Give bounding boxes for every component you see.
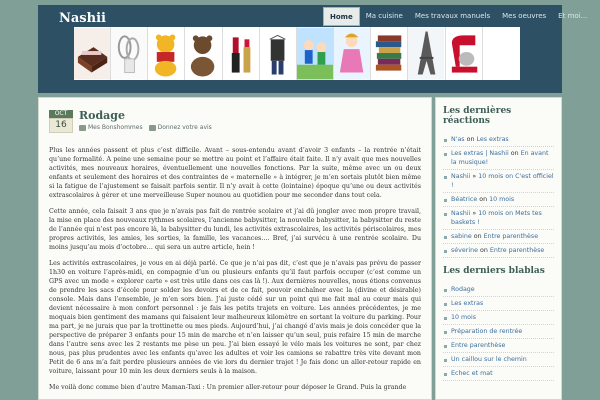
main-content: OCT 16 Rodage Mes Bonshommes Donnez votr… (38, 97, 432, 400)
kitchen-mixer-image (445, 27, 483, 80)
nav-ma-cuisine[interactable]: Ma cuisine (360, 7, 409, 26)
post-date-badge: OCT 16 (49, 110, 73, 133)
recent-post-link[interactable]: Un caillou sur le chemin (451, 356, 527, 363)
comment-author-link[interactable]: N'as (451, 136, 465, 143)
post-comments-link[interactable]: Donnez votre avis (158, 124, 212, 131)
hand-mixer-image (111, 27, 149, 80)
nav-home[interactable]: Home (323, 7, 360, 26)
recent-post-item: Préparation de rentrée (443, 325, 554, 339)
recent-post-item: Echec et mat (443, 367, 554, 381)
recent-post-item: Un caillou sur le chemin (443, 353, 554, 367)
recent-post-item: Rodage (443, 283, 554, 297)
post-comments-item: Donnez votre avis (148, 124, 212, 131)
post-title[interactable]: Rodage (79, 109, 125, 122)
recent-comments-list: N'as on Les extras Les extras | Nashii o… (443, 133, 554, 258)
nav-mes-oeuvres[interactable]: Mes oeuvres (496, 7, 552, 26)
post-paragraph-3: Les activités extrascolaires, je vous en… (49, 260, 421, 375)
teddy-bear-image (185, 27, 223, 80)
comment-author-link[interactable]: sabine (451, 233, 472, 240)
post-author-item: Mes Bonshommes (79, 124, 143, 131)
recent-post-link[interactable]: Préparation de rentrée (451, 328, 522, 335)
playmobil-figures-image (296, 27, 335, 80)
comment-post-link[interactable]: Les extras (476, 136, 508, 143)
recent-comment-item: Nashii » 10 mois on C'est officiel ! (443, 170, 554, 193)
playmobil-princess-image (334, 27, 372, 80)
eiffel-tower-image (408, 27, 446, 80)
nav-mes-travaux-manuels[interactable]: Mes travaux manuels (409, 7, 496, 26)
comment-author-link[interactable]: Nashii (451, 210, 470, 217)
recent-post-link[interactable]: Rodage (451, 286, 475, 293)
post-paragraph-2: Cette année, cela faisait 3 ans que je n… (49, 208, 421, 251)
recent-post-item: Entre parenthèse (443, 339, 554, 353)
post-date-day: 16 (49, 118, 73, 133)
recent-comment-item: N'as on Les extras (443, 133, 554, 147)
sidebar: Les dernières réactions N'as on Les extr… (435, 97, 562, 400)
clothes-hanger-image (259, 27, 297, 80)
comment-post-link[interactable]: 10 mois (489, 196, 514, 203)
header: Nashii Home Ma cuisine Mes travaux manue… (38, 5, 587, 93)
recent-comment-item: Les extras | Nashii on En avant la musiq… (443, 147, 554, 170)
post-body: Plus les années passent et plus c’est di… (49, 146, 421, 399)
recent-comment-item: sabine on Entre parenthèse (443, 230, 554, 244)
recent-post-link[interactable]: 10 mois (451, 314, 476, 321)
recent-post-link[interactable]: Echec et mat (451, 370, 493, 377)
comment-connector: » (472, 210, 477, 217)
post-author-link[interactable]: Mes Bonshommes (88, 124, 143, 131)
post-date-month: OCT (49, 110, 73, 118)
winnie-pooh-plush-image (148, 27, 186, 80)
comment-connector: on (510, 150, 519, 157)
comment-post-link[interactable]: Entre parenthèse (484, 233, 538, 240)
comment-connector: on (479, 196, 488, 203)
chocolate-cake-image (74, 27, 112, 80)
folder-icon (79, 124, 86, 131)
recent-comment-item: Nashii » 10 mois on Mets tes baskets ! (443, 207, 554, 230)
comment-author-link[interactable]: Béatrice (451, 196, 477, 203)
recent-comment-item: séverine on Entre parenthèse (443, 244, 554, 258)
recent-comments-title: Les dernières réactions (443, 106, 512, 126)
page-wrapper: Nashii Home Ma cuisine Mes travaux manue… (38, 5, 587, 400)
recent-post-link[interactable]: Entre parenthèse (451, 342, 505, 349)
header-banner (74, 27, 520, 80)
comment-connector: on (473, 233, 482, 240)
recent-posts-title: Les derniers blablas (443, 266, 545, 276)
main-nav: Home Ma cuisine Mes travaux manuels Mes … (323, 7, 593, 26)
comment-author-link[interactable]: Les extras | Nashii (451, 150, 509, 157)
comment-connector: on (479, 247, 488, 254)
post-paragraph-4: Me voilà donc comme bien d’autre Maman-T… (49, 384, 407, 391)
lipstick-image (222, 27, 260, 80)
recent-post-item: Les extras (443, 297, 554, 311)
comment-icon (148, 124, 156, 131)
comment-connector: on (466, 136, 475, 143)
nav-et-moi[interactable]: Et moi... (552, 7, 593, 26)
recent-comment-item: Béatrice on 10 mois (443, 193, 554, 207)
recent-posts-list: Rodage Les extras 10 mois Préparation de… (443, 283, 554, 381)
post-meta: Mes Bonshommes Donnez votre avis (79, 124, 212, 131)
recent-post-item: 10 mois (443, 311, 554, 325)
site-title[interactable]: Nashii (59, 11, 106, 26)
comment-author-link[interactable]: Nashii (451, 173, 470, 180)
post-paragraph-1: Plus les années passent et plus c’est di… (49, 147, 421, 199)
recent-post-link[interactable]: Les extras (451, 300, 483, 307)
comment-connector: » (472, 173, 477, 180)
comment-author-link[interactable]: séverine (451, 247, 478, 254)
comment-post-link[interactable]: Entre parenthèse (490, 247, 544, 254)
stack-of-books-image (371, 27, 409, 80)
